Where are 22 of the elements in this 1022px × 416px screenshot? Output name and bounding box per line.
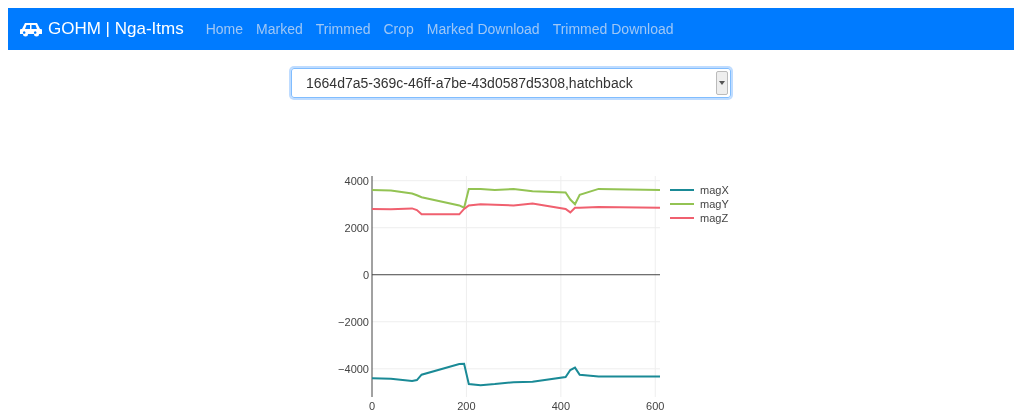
y-tick-label: 4000 — [344, 174, 369, 187]
brand-link[interactable]: GOHM | Nga-Itms — [20, 19, 184, 39]
nav-link[interactable]: Marked Download — [426, 21, 540, 37]
nav-link[interactable]: Marked — [256, 21, 303, 37]
y-tick-label: −2000 — [338, 315, 369, 328]
y-tick-label: 2000 — [344, 221, 369, 234]
x-tick-label: 0 — [368, 400, 376, 412]
y-tick-label: 0 — [362, 268, 369, 281]
nav-link[interactable]: Home — [205, 21, 244, 37]
x-tick-label: 400 — [551, 400, 571, 412]
nav-link[interactable]: Trimmed Download — [552, 21, 674, 37]
x-tick-label: 600 — [646, 400, 665, 412]
caret-icon — [719, 81, 725, 85]
legend-label: magX — [700, 184, 729, 196]
record-select[interactable]: 1664d7a5-369c-46ff-a7be-43d0587d5308,hatchback — [291, 68, 731, 98]
x-tick-label: 200 — [457, 400, 476, 412]
car-icon — [20, 21, 42, 37]
nav-link[interactable]: Trimmed — [315, 21, 371, 37]
legend-label: magZ — [700, 212, 729, 224]
nav-link[interactable]: Crop — [383, 21, 414, 37]
legend-label: magY — [700, 198, 729, 210]
y-tick-label: −4000 — [338, 362, 369, 375]
